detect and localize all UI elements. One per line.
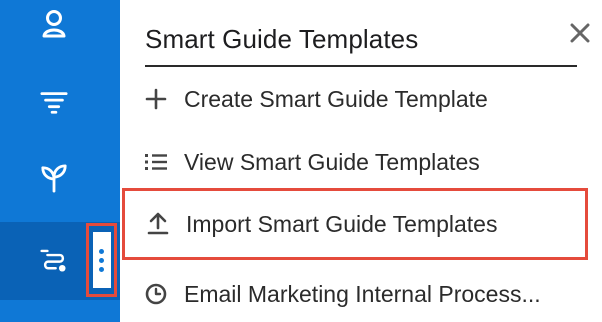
plus-icon [144,87,168,111]
more-options-button[interactable] [86,223,117,297]
menu-item-label: Email Marketing Internal Process... [184,280,541,307]
filter-icon [40,88,68,116]
menu-item-label: View Smart Guide Templates [184,148,480,175]
rail-item-user[interactable] [0,0,120,54]
clock-icon [144,282,168,306]
user-icon [40,10,68,38]
rail-item-filter[interactable] [0,74,120,130]
rail-item-sprout[interactable] [0,150,120,210]
more-vertical-icon [92,232,111,288]
menu-item-label: Create Smart Guide Template [184,85,488,112]
menu-item-email-marketing-process[interactable]: Email Marketing Internal Process... [120,266,602,322]
menu-item-import-templates[interactable]: Import Smart Guide Templates [122,188,588,260]
title-divider [145,65,577,67]
menu-item-view-templates[interactable]: View Smart Guide Templates [120,134,602,190]
list-icon [144,150,168,174]
menu-item-label: Import Smart Guide Templates [186,210,498,237]
sprout-icon [40,164,68,193]
nav-rail [0,0,120,322]
app-root: Smart Guide Templates Create Smart Guide… [0,0,602,322]
panel-title: Smart Guide Templates [145,24,419,54]
close-icon [570,23,590,43]
menu-item-create-template[interactable]: Create Smart Guide Template [120,71,602,127]
close-button[interactable] [566,19,594,47]
smart-guide-menu: Smart Guide Templates Create Smart Guide… [120,0,602,322]
process-flow-icon [40,246,68,274]
upload-icon [146,212,170,236]
